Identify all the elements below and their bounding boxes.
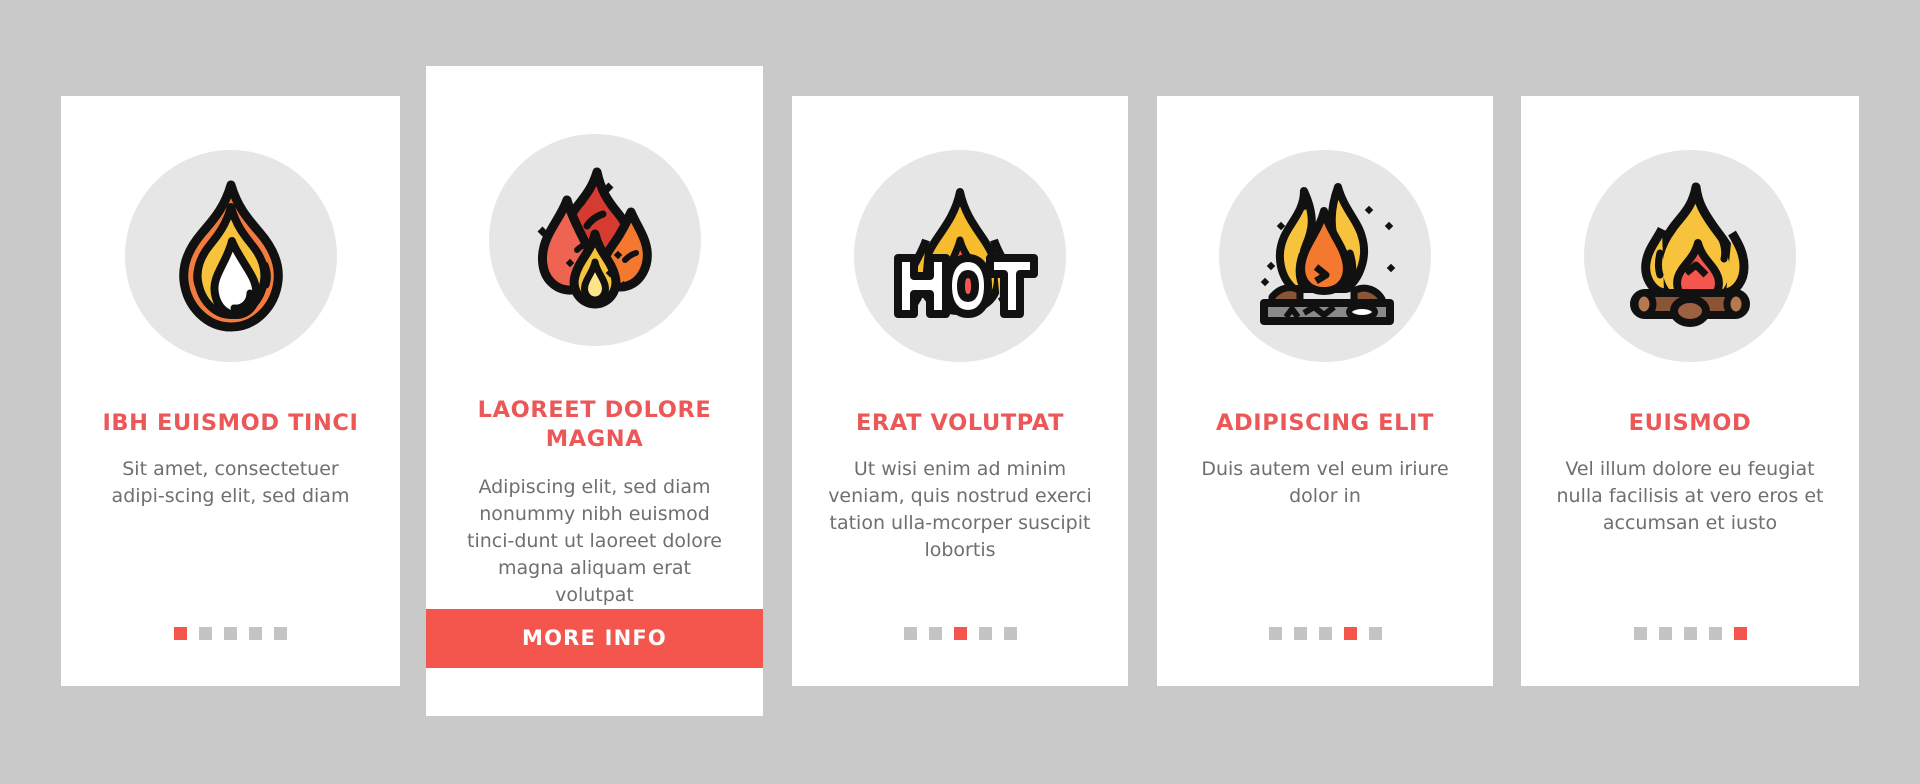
hot-flame-icon: [882, 186, 1038, 326]
pagination-dot[interactable]: [1003, 627, 1017, 640]
onboarding-card-3: ERAT VOLUTPAT Ut wisi enim ad minim veni…: [792, 96, 1128, 686]
pagination-dot[interactable]: [1343, 627, 1357, 640]
icon-wrap-1: [61, 150, 400, 362]
icon-circle-2: [488, 134, 701, 346]
pagination-dot[interactable]: [1293, 627, 1307, 640]
pagination-dot[interactable]: [1708, 627, 1722, 640]
button-area: MORE INFO: [426, 609, 763, 669]
icon-circle-1: [124, 150, 337, 362]
pagination-dot[interactable]: [953, 627, 967, 640]
flame-icon: [162, 180, 300, 332]
pagination-dot[interactable]: [1318, 627, 1332, 640]
icon-circle-4: [1219, 150, 1431, 362]
onboarding-screens-container: IBH EUISMOD TINCI Sit amet, consectetuer…: [0, 0, 1920, 784]
icon-wrap-4: [1157, 150, 1493, 362]
onboarding-card-2: LAOREET DOLORE MAGNA Adipiscing elit, se…: [426, 66, 763, 716]
pagination-dot[interactable]: [978, 627, 992, 640]
pagination-dot[interactable]: [1368, 627, 1382, 640]
icon-wrap-5: [1521, 150, 1859, 362]
card-body: Vel illum dolore eu feugiat nulla facili…: [1556, 457, 1824, 535]
card-title: EUISMOD: [1628, 410, 1752, 436]
onboarding-card-5: EUISMOD Vel illum dolore eu feugiat null…: [1521, 96, 1859, 686]
pagination-dot[interactable]: [1633, 627, 1647, 640]
card-body: Duis autem vel eum iriure dolor in: [1201, 457, 1449, 507]
campfire-coals-icon: [1242, 181, 1408, 331]
icon-circle-3: [854, 150, 1066, 362]
card-title: ADIPISCING ELIT: [1216, 410, 1434, 436]
icon-circle-5: [1584, 150, 1796, 362]
card-body: Ut wisi enim ad minim veniam, quis nostr…: [828, 457, 1092, 562]
pagination-dot[interactable]: [903, 627, 917, 640]
card-title: ERAT VOLUTPAT: [855, 410, 1065, 436]
icon-wrap-3: [792, 150, 1128, 362]
card-body: Sit amet, consectetuer adipi-scing elit,…: [111, 457, 350, 507]
pagination-dot[interactable]: [174, 627, 187, 640]
pagination-dot[interactable]: [928, 627, 942, 640]
pagination-dots-4[interactable]: [1268, 627, 1382, 640]
onboarding-card-4: ADIPISCING ELIT Duis autem vel eum iriur…: [1157, 96, 1493, 686]
card-title: LAOREET DOLORE MAGNA: [477, 397, 712, 452]
pagination-dot[interactable]: [199, 627, 212, 640]
more-info-button[interactable]: MORE INFO: [426, 609, 763, 669]
pagination-dot[interactable]: [1268, 627, 1282, 640]
icon-wrap-2: [426, 134, 763, 346]
pagination-dot[interactable]: [1683, 627, 1697, 640]
pagination-dot[interactable]: [1658, 627, 1672, 640]
card-body: Adipiscing elit, sed diam nonummy nibh e…: [467, 475, 722, 607]
pagination-dots-3[interactable]: [903, 627, 1017, 640]
pagination-dot[interactable]: [249, 627, 262, 640]
pagination-dots-1[interactable]: [174, 627, 287, 640]
bonfire-flames-icon: [519, 164, 671, 316]
pagination-dot[interactable]: [224, 627, 237, 640]
pagination-dots-5[interactable]: [1633, 627, 1747, 640]
pagination-dot[interactable]: [1733, 627, 1747, 640]
pagination-dot[interactable]: [274, 627, 287, 640]
onboarding-card-1: IBH EUISMOD TINCI Sit amet, consectetuer…: [61, 96, 400, 686]
campfire-logs-icon: [1614, 181, 1766, 331]
card-title: IBH EUISMOD TINCI: [102, 410, 359, 436]
